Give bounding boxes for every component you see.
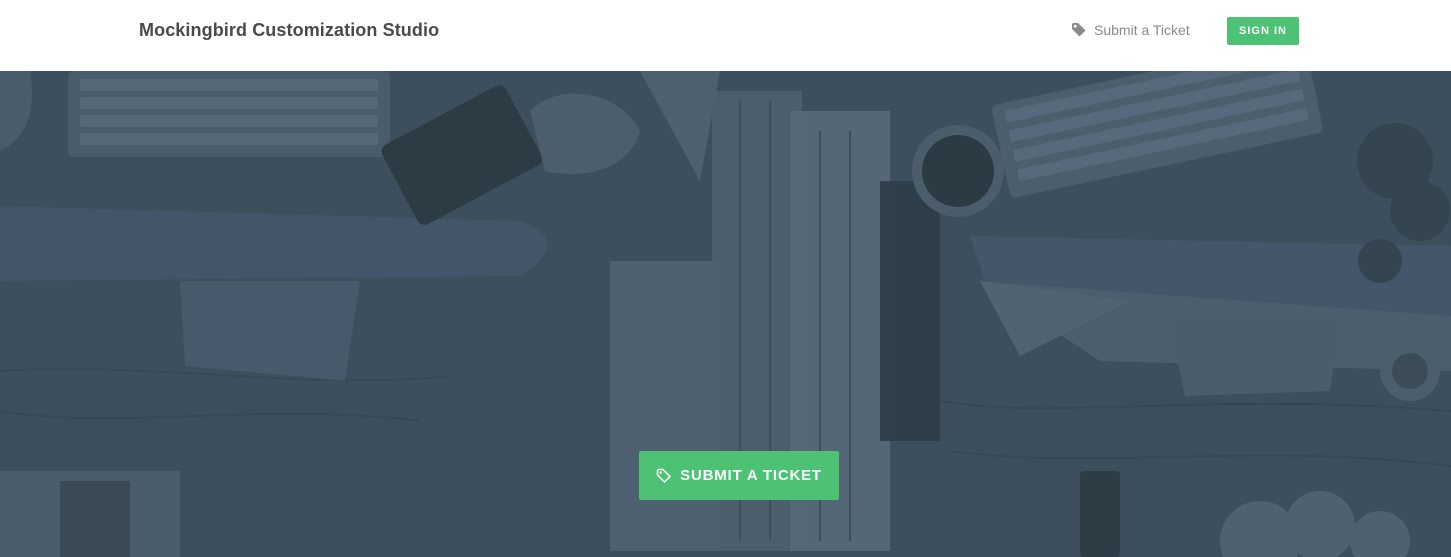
site-header: Mockingbird Customization Studio Submit … [0, 0, 1451, 71]
nav-submit-ticket-link[interactable]: Submit a Ticket [1071, 20, 1190, 40]
hero-banner: SUBMIT A TICKET [0, 71, 1451, 557]
nav-submit-ticket-label: Submit a Ticket [1094, 22, 1190, 38]
sign-in-button[interactable]: SIGN IN [1227, 17, 1299, 45]
submit-ticket-button[interactable]: SUBMIT A TICKET [639, 451, 839, 500]
submit-ticket-button-label: SUBMIT A TICKET [680, 467, 822, 484]
site-title[interactable]: Mockingbird Customization Studio [139, 19, 439, 41]
tag-icon [656, 468, 672, 484]
tag-icon [1071, 22, 1087, 38]
